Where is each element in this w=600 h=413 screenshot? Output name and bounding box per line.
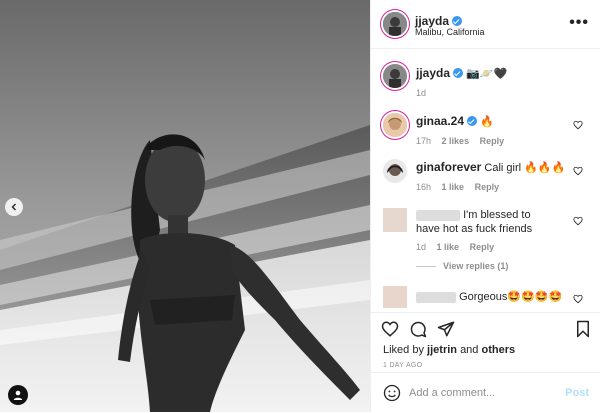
comment-item: ginaforever Cali girl 🔥🔥🔥 16h 1 like Rep… (371, 154, 600, 194)
view-replies-button[interactable]: View replies (1) (443, 261, 508, 271)
caption-username[interactable]: jjayda (416, 66, 450, 80)
liked-by-and: and (460, 344, 479, 356)
comment-bubble-icon[interactable] (409, 320, 427, 338)
verified-badge-icon (467, 116, 478, 126)
like-comment-icon[interactable] (573, 294, 583, 307)
caption-time: 1d (416, 88, 427, 98)
replies-divider (416, 266, 436, 267)
verified-badge-icon (453, 68, 464, 78)
post-location[interactable]: Malibu, California (415, 27, 485, 37)
liked-by-others-link[interactable]: others (481, 344, 515, 356)
avatar-image (383, 12, 407, 36)
commenter-username[interactable]: ginaa.24 (416, 114, 464, 128)
username-redacted (416, 209, 460, 221)
share-direct-icon[interactable] (437, 320, 455, 338)
comments-list[interactable]: jjayda 📷🪐🖤 1d ginaa.24 🔥 17h 2 likes Rep… (371, 48, 600, 312)
post-side-panel: jjayda Malibu, California ••• jjayda 📷🪐🖤… (370, 0, 600, 412)
avatar-image (383, 64, 407, 88)
caption-row: jjayda 📷🪐🖤 1d (371, 62, 600, 102)
reply-button[interactable]: Reply (470, 242, 495, 252)
more-options-icon[interactable]: ••• (569, 14, 589, 32)
beach-photo-image (0, 0, 370, 412)
person-icon (13, 390, 23, 400)
post-header: jjayda Malibu, California ••• (371, 0, 600, 49)
like-comment-icon[interactable] (573, 120, 583, 133)
commenter-avatar-blurred[interactable] (383, 286, 407, 308)
bookmark-icon[interactable] (575, 320, 591, 338)
verified-badge-icon (452, 16, 463, 26)
like-comment-icon[interactable] (573, 216, 583, 229)
liked-by-prefix: Liked by (383, 344, 424, 356)
comment-time[interactable]: 17h (416, 136, 431, 146)
avatar-image (383, 113, 407, 137)
post-comment-button[interactable]: Post (565, 387, 589, 399)
chevron-left-icon (11, 203, 16, 211)
post-timestamp[interactable]: 1 DAY AGO (383, 362, 422, 369)
carousel-prev-button[interactable] (5, 198, 23, 216)
emoji-icon[interactable] (383, 384, 401, 402)
caption-avatar[interactable] (383, 64, 407, 88)
caption-text: 📷🪐🖤 (466, 68, 508, 80)
commenter-avatar[interactable] (383, 159, 407, 183)
username-redacted (416, 291, 456, 303)
comment-item: Gorgeous🤩🤩🤩🤩 (371, 286, 600, 312)
add-comment-bar: Add a comment... Post (371, 372, 600, 413)
comment-item: I'm blessed to have hot as fuck friends … (371, 202, 600, 278)
comment-text: 🔥 (480, 116, 494, 128)
reply-button[interactable]: Reply (475, 182, 500, 192)
author-username[interactable]: jjayda (415, 14, 449, 28)
tagged-user-button[interactable] (8, 385, 28, 405)
comment-text: Cali girl 🔥🔥🔥 (484, 162, 566, 174)
add-comment-input[interactable]: Add a comment... (409, 387, 495, 399)
commenter-avatar-blurred[interactable] (383, 208, 407, 232)
author-avatar[interactable] (383, 12, 407, 36)
post-photo[interactable] (0, 0, 370, 412)
like-heart-icon[interactable] (381, 320, 399, 338)
comment-likes[interactable]: 2 likes (442, 136, 470, 146)
avatar-image (383, 159, 407, 183)
comment-item: ginaa.24 🔥 17h 2 likes Reply (371, 108, 600, 148)
comment-text: Gorgeous🤩🤩🤩🤩 (459, 291, 563, 303)
commenter-avatar[interactable] (383, 113, 407, 137)
like-comment-icon[interactable] (573, 166, 583, 179)
commenter-username[interactable]: ginaforever (416, 160, 481, 174)
comment-time[interactable]: 1d (416, 242, 426, 252)
liked-by-username[interactable]: jjetrin (427, 344, 457, 356)
comment-likes[interactable]: 1 like (437, 242, 460, 252)
likes-summary: Liked by jjetrin and others (383, 344, 515, 356)
reply-button[interactable]: Reply (480, 136, 505, 146)
comment-time[interactable]: 16h (416, 182, 431, 192)
comment-likes[interactable]: 1 like (442, 182, 465, 192)
